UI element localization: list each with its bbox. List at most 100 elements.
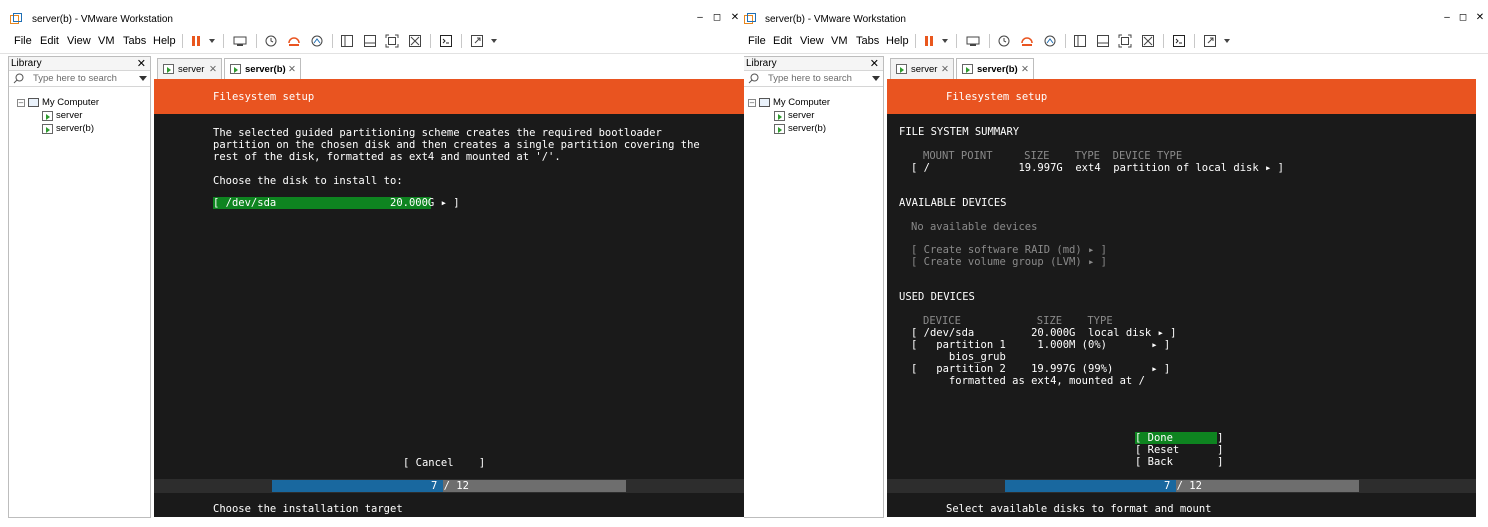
used-device-row[interactable]: [ partition 2 19.997G (99%) ▸ ] xyxy=(911,363,1170,375)
computer-icon xyxy=(28,98,39,107)
collapse-icon[interactable]: – xyxy=(748,98,756,107)
power-dropdown-icon[interactable] xyxy=(936,32,954,50)
menu-tabs[interactable]: Tabs xyxy=(856,35,879,47)
search-input[interactable]: Type here to search xyxy=(33,73,117,84)
installer-header: Filesystem setup xyxy=(154,79,744,114)
minimize-icon[interactable]: – xyxy=(1439,12,1455,23)
create-raid-button[interactable]: [ Create software RAID (md) ▸ ] xyxy=(911,244,1107,256)
installer-header: Filesystem setup xyxy=(887,79,1476,114)
full-screen-icon[interactable] xyxy=(383,32,401,50)
tree-item-server-b[interactable]: server(b) xyxy=(774,123,826,134)
snapshot-icon[interactable] xyxy=(262,32,280,50)
close-icon[interactable]: ✕ xyxy=(1472,12,1488,23)
used-device-row[interactable]: [ partition 1 1.000M (0%) ▸ ] xyxy=(911,339,1170,351)
send-ctrl-alt-del-icon[interactable] xyxy=(964,32,982,50)
full-screen-icon[interactable] xyxy=(1116,32,1134,50)
snapshot-manager-icon[interactable] xyxy=(308,32,326,50)
tree-label: server(b) xyxy=(788,123,827,134)
send-ctrl-alt-del-icon[interactable] xyxy=(231,32,249,50)
tab-server-b[interactable]: server(b) ✕ xyxy=(956,58,1034,79)
show-library-icon[interactable] xyxy=(1071,32,1089,50)
menu-view[interactable]: View xyxy=(800,35,824,47)
cancel-button[interactable]: [ Cancel ] xyxy=(403,457,485,469)
vm-console[interactable]: Filesystem setup The selected guided par… xyxy=(154,79,744,517)
toolbar-separator xyxy=(461,34,462,48)
snapshot-icon[interactable] xyxy=(995,32,1013,50)
footer-hint: Select available disks to format and mou… xyxy=(946,503,1212,515)
create-lvm-button[interactable]: [ Create volume group (LVM) ▸ ] xyxy=(911,256,1107,268)
done-button[interactable]: [ Done ] xyxy=(1135,432,1224,444)
library-search[interactable]: Type here to search xyxy=(9,71,150,87)
collapse-icon[interactable]: – xyxy=(17,98,25,107)
tree-label: My Computer xyxy=(773,97,831,108)
no-available-devices: No available devices xyxy=(911,221,1038,233)
menu-bar: File Edit View VM Tabs Help xyxy=(0,30,744,52)
library-close-icon[interactable]: ✕ xyxy=(137,57,146,70)
unity-icon[interactable] xyxy=(1139,32,1157,50)
tab-server[interactable]: server ✕ xyxy=(157,58,222,79)
revert-snapshot-icon[interactable] xyxy=(285,32,303,50)
maximize-icon[interactable]: ◻ xyxy=(709,12,725,23)
menu-vm[interactable]: VM xyxy=(98,35,115,47)
tab-label: server(b) xyxy=(977,63,1018,75)
tree-item-my-computer[interactable]: – My Computer xyxy=(17,97,99,108)
toolbar-separator xyxy=(915,34,916,48)
tab-close-icon[interactable]: ✕ xyxy=(941,64,949,75)
unity-icon[interactable] xyxy=(406,32,424,50)
search-input[interactable]: Type here to search xyxy=(768,73,852,84)
tab-close-icon[interactable]: ✕ xyxy=(209,64,217,75)
library-close-icon[interactable]: ✕ xyxy=(870,57,879,70)
search-dropdown-icon[interactable] xyxy=(872,76,880,81)
toolbar-separator xyxy=(332,34,333,48)
search-dropdown-icon[interactable] xyxy=(139,76,147,81)
menu-vm[interactable]: VM xyxy=(831,35,848,47)
menu-file[interactable]: File xyxy=(14,35,32,47)
maximize-icon[interactable]: ◻ xyxy=(1455,12,1471,23)
disk-option-sda[interactable]: [ /dev/sda 20.000G ▸ ] xyxy=(213,197,460,209)
menu-view[interactable]: View xyxy=(67,35,91,47)
tree-item-my-computer[interactable]: – My Computer xyxy=(748,97,830,108)
installer-title: Filesystem setup xyxy=(213,91,315,103)
menu-tabs[interactable]: Tabs xyxy=(123,35,146,47)
tab-close-icon[interactable]: ✕ xyxy=(288,64,296,75)
vm-icon xyxy=(163,64,174,74)
console-view-icon[interactable] xyxy=(1170,32,1188,50)
stretch-guest-icon[interactable] xyxy=(468,32,486,50)
fs-summary-row[interactable]: [ / 19.997G ext4 partition of local disk… xyxy=(911,162,1284,174)
menu-edit[interactable]: Edit xyxy=(40,35,59,47)
menu-help[interactable]: Help xyxy=(153,35,176,47)
progress-text: 7 / 12 xyxy=(431,480,469,492)
tree-item-server-b[interactable]: server(b) xyxy=(42,123,94,134)
menu-edit[interactable]: Edit xyxy=(773,35,792,47)
menu-file[interactable]: File xyxy=(748,35,766,47)
stretch-dropdown-icon[interactable] xyxy=(1218,32,1236,50)
power-dropdown-icon[interactable] xyxy=(203,32,221,50)
revert-snapshot-icon[interactable] xyxy=(1018,32,1036,50)
menu-help[interactable]: Help xyxy=(886,35,909,47)
tab-close-icon[interactable]: ✕ xyxy=(1021,64,1029,75)
tree-item-server[interactable]: server xyxy=(774,110,814,121)
tab-server-b[interactable]: server(b) ✕ xyxy=(224,58,301,79)
library-panel: Library ✕ Type here to search – My Compu… xyxy=(8,56,151,518)
library-search[interactable]: Type here to search xyxy=(744,71,883,87)
vm-console[interactable]: Filesystem setup FILE SYSTEM SUMMARY MOU… xyxy=(887,79,1476,517)
description-line-1: The selected guided partitioning scheme … xyxy=(213,127,662,139)
back-button[interactable]: [ Back ] xyxy=(1135,456,1224,468)
thumbnail-bar-icon[interactable] xyxy=(361,32,379,50)
minimize-icon[interactable]: – xyxy=(692,12,708,23)
thumbnail-bar-icon[interactable] xyxy=(1094,32,1112,50)
window-title: server(b) - VMware Workstation xyxy=(765,14,906,25)
used-device-row[interactable]: [ /dev/sda 20.000G local disk ▸ ] xyxy=(911,327,1177,339)
console-view-icon[interactable] xyxy=(437,32,455,50)
reset-button[interactable]: [ Reset ] xyxy=(1135,444,1224,456)
stretch-guest-icon[interactable] xyxy=(1201,32,1219,50)
stretch-dropdown-icon[interactable] xyxy=(485,32,503,50)
snapshot-manager-icon[interactable] xyxy=(1041,32,1059,50)
tree-item-server[interactable]: server xyxy=(42,110,82,121)
vm-icon xyxy=(962,64,973,74)
toolbar-separator xyxy=(1163,34,1164,48)
footer-hint: Choose the installation target xyxy=(213,503,403,515)
close-icon[interactable]: ✕ xyxy=(727,12,743,23)
show-library-icon[interactable] xyxy=(338,32,356,50)
tab-server[interactable]: server ✕ xyxy=(890,58,954,79)
